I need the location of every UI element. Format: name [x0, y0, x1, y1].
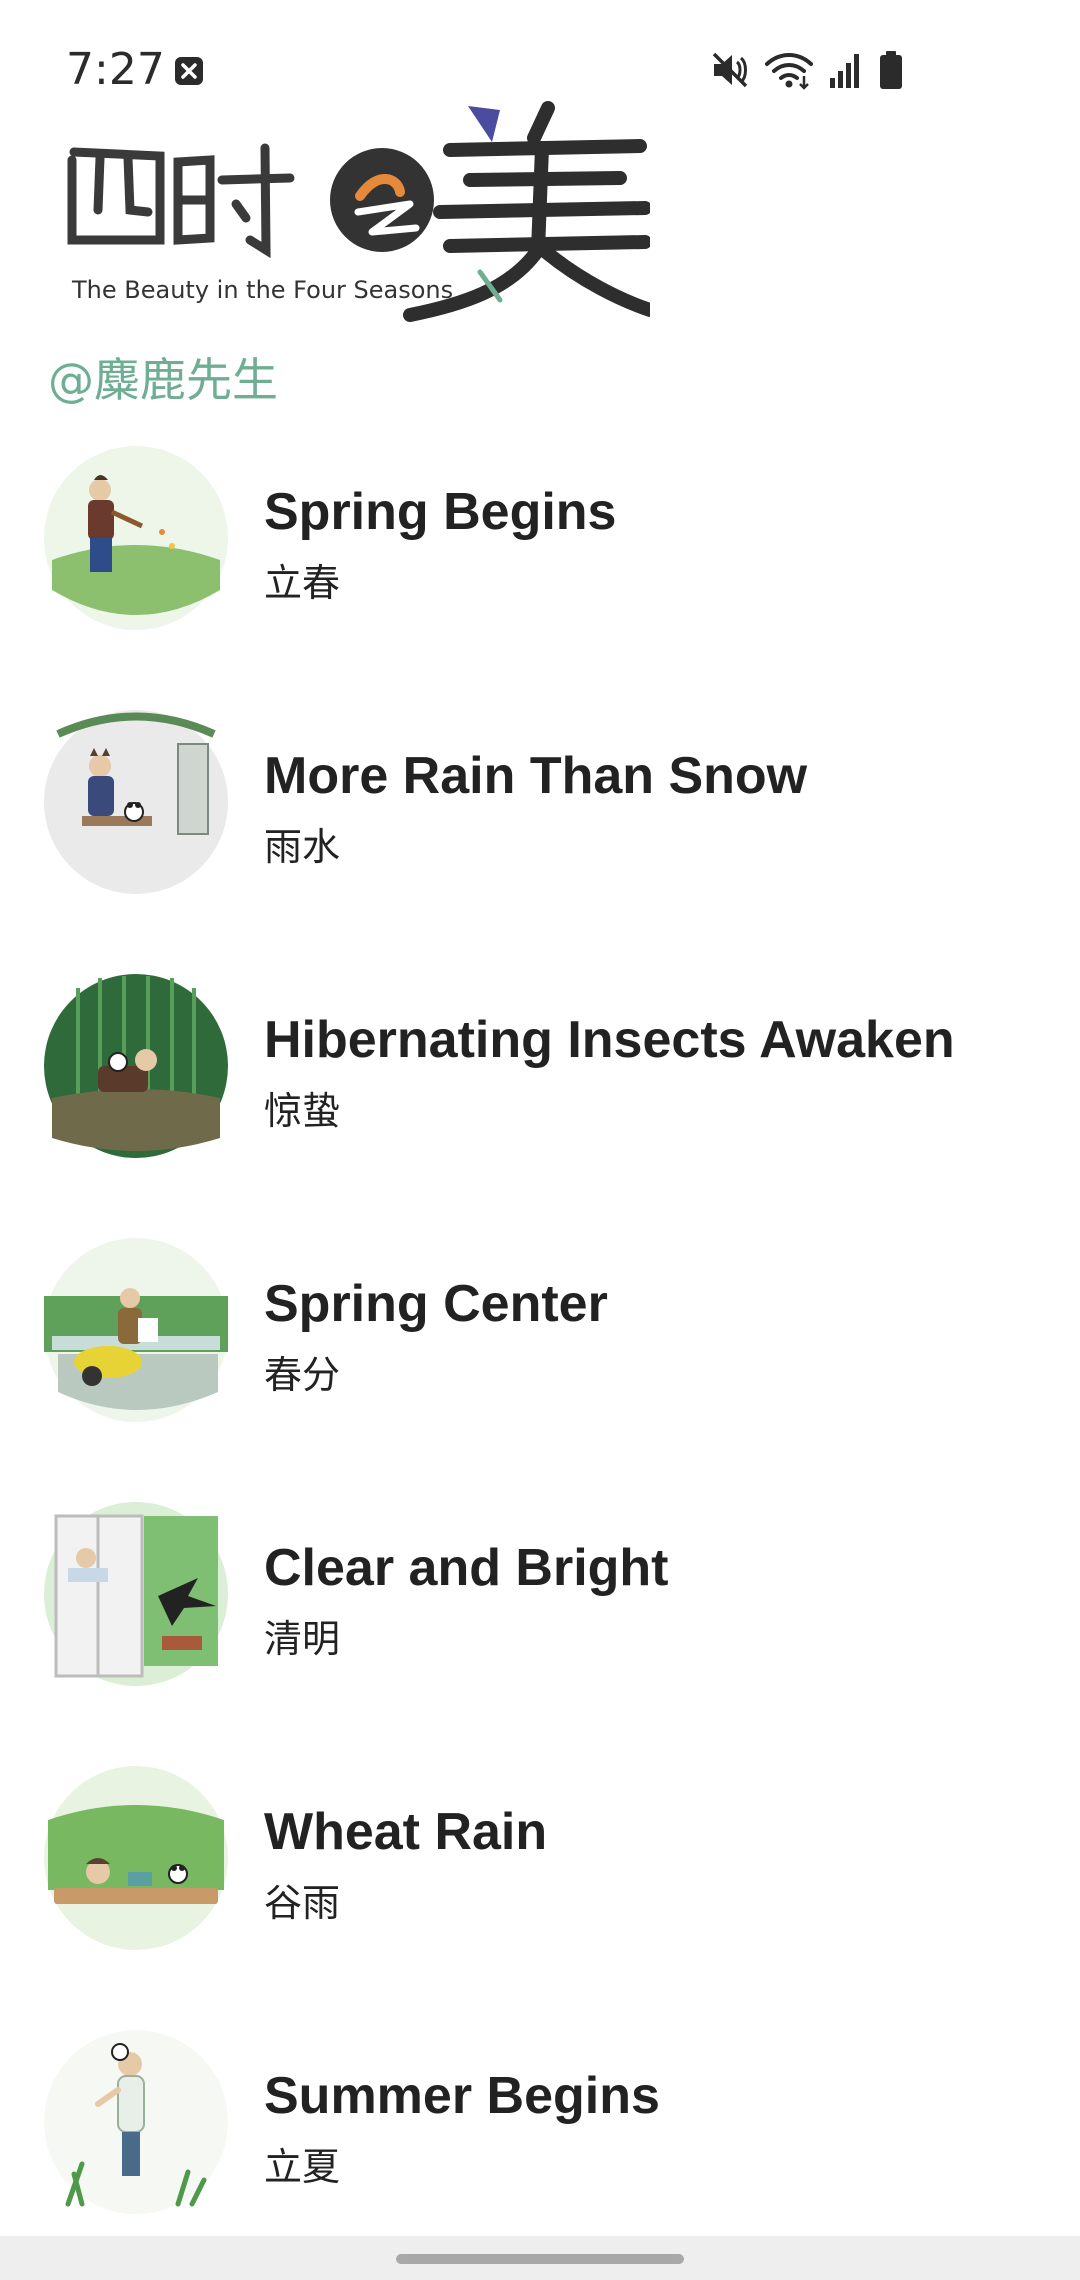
list-item-wheat-rain[interactable]: Wheat Rain 谷雨 — [0, 1740, 1080, 2004]
item-subtitle: 谷雨 — [264, 1881, 341, 1925]
logo-subtitle: The Beauty in the Four Seasons — [72, 276, 454, 304]
item-subtitle: 立春 — [264, 561, 341, 605]
wifi-icon — [765, 53, 813, 90]
item-title: Spring Begins — [264, 483, 617, 541]
item-subtitle: 惊蛰 — [264, 1089, 341, 1133]
wheat-rain-thumbnail — [44, 1766, 228, 1950]
notification-dismiss-icon — [175, 57, 203, 85]
more-rain-than-snow-thumbnail — [44, 710, 228, 894]
mute-icon — [712, 52, 748, 88]
list-item-spring-center[interactable]: Spring Center 春分 — [0, 1212, 1080, 1476]
item-subtitle: 立夏 — [264, 2145, 341, 2189]
status-time: 7:27 — [66, 44, 165, 95]
item-title: Hibernating Insects Awaken — [264, 1011, 955, 1069]
hibernating-insects-awaken-thumbnail — [44, 974, 228, 1158]
battery-icon — [880, 51, 902, 89]
summer-begins-thumbnail — [44, 2030, 228, 2214]
status-icons — [710, 48, 904, 92]
item-title: Summer Begins — [264, 2067, 660, 2125]
item-title: Wheat Rain — [264, 1803, 548, 1861]
item-subtitle: 清明 — [264, 1617, 341, 1661]
author-credit: @麋鹿先生 — [48, 353, 278, 407]
list-item-spring-begins[interactable]: Spring Begins 立春 — [0, 420, 1080, 684]
app-screen: 7:27 The Beauty in the Four Seasons @麋鹿先… — [0, 0, 1080, 2280]
item-title: Clear and Bright — [264, 1539, 669, 1597]
list-item-hibernating-insects-awaken[interactable]: Hibernating Insects Awaken 惊蛰 — [0, 948, 1080, 1212]
list-item-summer-begins[interactable]: Summer Begins 立夏 — [0, 2004, 1080, 2268]
list-item-more-rain-than-snow[interactable]: More Rain Than Snow 雨水 — [0, 684, 1080, 948]
list-item-clear-and-bright[interactable]: Clear and Bright 清明 — [0, 1476, 1080, 1740]
home-gesture-handle[interactable] — [396, 2254, 684, 2264]
clear-and-bright-thumbnail — [44, 1502, 228, 1686]
item-subtitle: 雨水 — [264, 825, 341, 869]
navigation-bar — [0, 2236, 1080, 2280]
item-subtitle: 春分 — [264, 1353, 341, 1397]
spring-begins-thumbnail — [44, 446, 228, 630]
signal-icon — [830, 54, 859, 88]
spring-center-thumbnail — [44, 1238, 228, 1422]
item-title: More Rain Than Snow — [264, 747, 808, 805]
item-title: Spring Center — [264, 1275, 608, 1333]
